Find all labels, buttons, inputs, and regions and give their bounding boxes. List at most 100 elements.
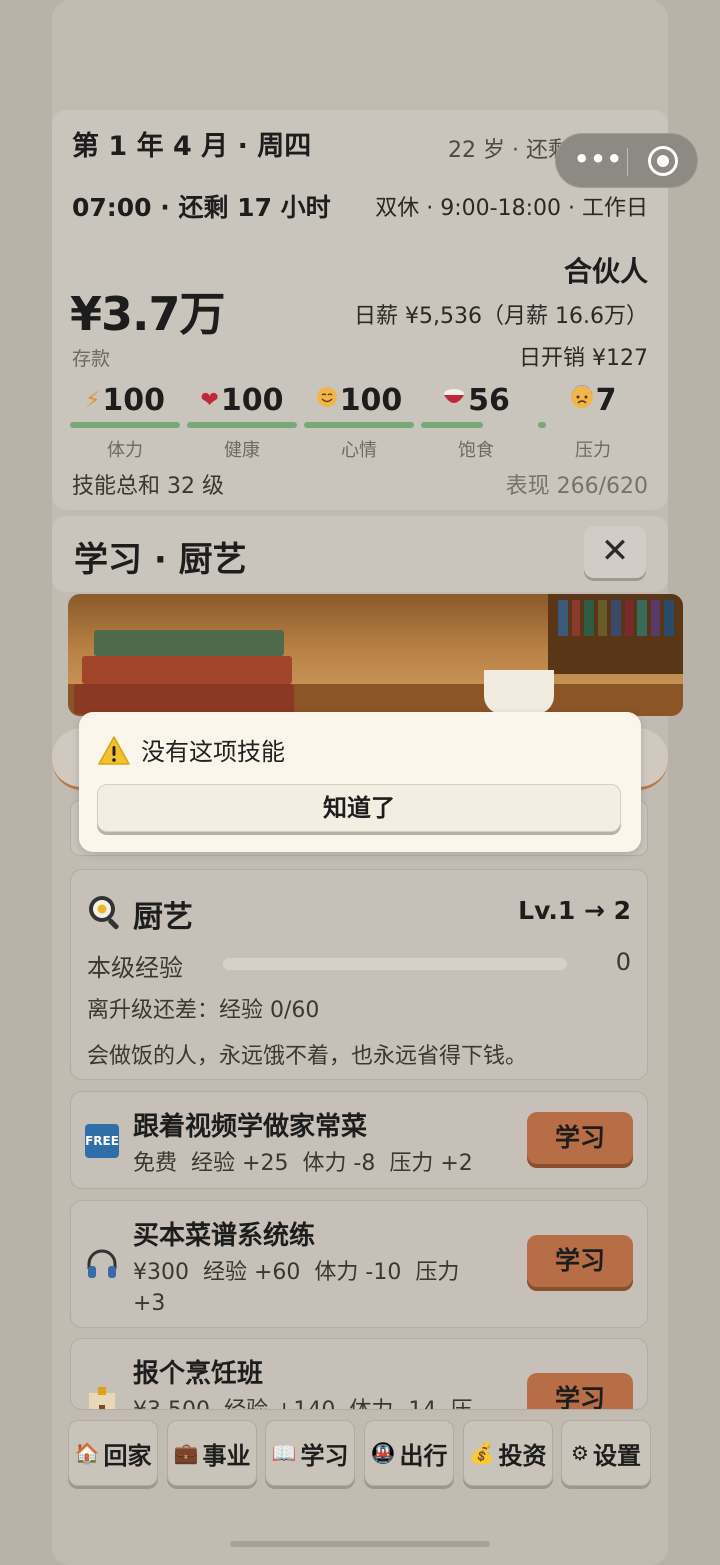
exp-label: 本级经验: [87, 954, 183, 982]
library-banner-image: [68, 594, 683, 716]
book-spine: [598, 600, 607, 636]
close-miniprogram-icon[interactable]: [648, 146, 678, 176]
heart-icon: ❤: [200, 387, 219, 413]
nav-settings[interactable]: ⚙ 设置: [561, 1420, 651, 1486]
close-button[interactable]: ✕: [584, 526, 646, 578]
option-stamina: 体力 -8: [302, 1151, 376, 1176]
rice-bowl-icon: [442, 386, 466, 414]
nav-label: 回家: [103, 1441, 152, 1470]
option-details: ¥300 经验 +60 体力 -10 压力 +3: [133, 1257, 493, 1319]
nav-label: 事业: [202, 1441, 251, 1470]
learn-button[interactable]: 学习: [527, 1373, 633, 1409]
nav-invest[interactable]: 💰 投资: [463, 1420, 553, 1486]
option-cost: ¥3,500: [133, 1398, 210, 1409]
stat-bar: [421, 422, 531, 428]
stat-bar: [538, 422, 648, 428]
dialog-message: 没有这项技能: [141, 738, 285, 766]
book-spine: [558, 600, 568, 636]
option-exp: 经验 +25: [191, 1151, 289, 1176]
skill-level: Lv.1 → 2: [518, 896, 631, 925]
stat-label: 健康: [224, 440, 260, 461]
anxious-face-icon: [570, 385, 594, 415]
work-schedule: 双休 · 9:00-18:00 · 工作日: [375, 196, 648, 221]
stat-bar-fill: [421, 422, 483, 428]
book-stack: [82, 656, 292, 684]
school-icon: [85, 1383, 119, 1409]
game-time: 07:00 · 还剩 17 小时: [72, 193, 331, 222]
option-title: 跟着视频学做家常菜: [133, 1112, 368, 1142]
stat-bar: [70, 422, 180, 428]
option-cost: 免费: [133, 1151, 178, 1176]
stat-satiety: 56 饱食: [421, 380, 531, 466]
stat-value: 100: [339, 382, 403, 418]
stat-value: 56: [468, 382, 510, 418]
book-spine: [584, 600, 594, 636]
stat-bar-fill: [538, 422, 546, 428]
bottom-nav: 🏠 回家 💼 事业 📖 学习 🚇 出行 💰 投资 ⚙ 设置: [52, 1410, 668, 1502]
metro-icon: 🚇: [370, 1441, 396, 1465]
exp-value: 0: [615, 948, 631, 976]
option-stamina: 体力 -14: [349, 1398, 436, 1409]
option-stamina: 体力 -10: [314, 1260, 402, 1285]
miniprogram-capsule: •••: [555, 133, 698, 188]
lightning-icon: ⚡: [84, 387, 101, 413]
option-cost: ¥300: [133, 1260, 189, 1285]
option-title: 买本菜谱系统练: [133, 1221, 316, 1251]
acknowledge-button[interactable]: 知道了: [97, 784, 621, 832]
option-stress: 压力 +2: [389, 1151, 473, 1176]
nav-career[interactable]: 💼 事业: [167, 1420, 257, 1486]
more-icon[interactable]: •••: [574, 145, 623, 173]
stat-bar-fill: [304, 422, 414, 428]
learn-button[interactable]: 学习: [527, 1112, 633, 1164]
stat-bar-fill: [187, 422, 297, 428]
salary-info: 日薪 ¥5,536（月薪 16.6万）: [354, 304, 648, 329]
stat-bar-fill: [70, 422, 180, 428]
nav-label: 投资: [498, 1441, 547, 1470]
option-details: 免费 经验 +25 体力 -8 压力 +2: [133, 1148, 493, 1179]
stat-bar: [304, 422, 414, 428]
gear-icon: ⚙: [571, 1441, 589, 1465]
exp-progress-bar: [223, 958, 567, 970]
book-spine: [651, 600, 660, 636]
job-title: 合伙人: [563, 255, 648, 288]
smile-icon: [316, 386, 338, 414]
study-option: 买本菜谱系统练 ¥300 经验 +60 体力 -10 压力 +3 学习: [70, 1200, 648, 1328]
option-exp: 经验 +140: [224, 1398, 335, 1409]
book-spine: [572, 600, 580, 636]
savings-label: 存款: [72, 348, 111, 370]
option-title: 报个烹饪班: [133, 1359, 264, 1389]
book-stack: [94, 630, 284, 656]
learn-button[interactable]: 学习: [527, 1235, 633, 1287]
stat-mood: 100 心情: [304, 380, 414, 466]
stat-bar: [187, 422, 297, 428]
stats-row: ⚡ 100 体力 ❤ 100 健康 100 心情 56 饱食 7 压力: [70, 380, 650, 466]
nav-label: 设置: [592, 1441, 641, 1470]
option-details: ¥3,500 经验 +140 体力 -14 压: [133, 1395, 493, 1409]
stat-label: 压力: [575, 440, 611, 461]
book-icon: 📖: [271, 1441, 297, 1465]
skill-info-panel: 厨艺 Lv.1 → 2 本级经验 0 离升级还差：经验 0/60 会做饭的人，永…: [70, 869, 648, 1080]
study-option: FREE 跟着视频学做家常菜 免费 经验 +25 体力 -8 压力 +2 学习: [70, 1091, 648, 1189]
headphones-icon: [85, 1247, 119, 1281]
nav-label: 出行: [399, 1441, 448, 1470]
book-spine: [611, 600, 621, 636]
stat-value: 7: [595, 382, 617, 418]
nav-study[interactable]: 📖 学习: [265, 1420, 355, 1486]
savings-amount: ¥3.7万: [70, 287, 225, 341]
warning-icon: [98, 736, 130, 765]
stat-label: 体力: [107, 440, 143, 461]
book-stack: [74, 684, 294, 714]
skill-name: 厨艺: [133, 900, 193, 935]
frying-pan-icon: [89, 896, 119, 930]
nav-label: 学习: [300, 1441, 349, 1470]
stat-stamina: ⚡ 100 体力: [70, 380, 180, 466]
nav-travel[interactable]: 🚇 出行: [364, 1420, 454, 1486]
stat-health: ❤ 100 健康: [187, 380, 297, 466]
stat-value: 100: [220, 382, 284, 418]
option-exp: 经验 +60: [203, 1260, 301, 1285]
page-header: 学习 · 厨艺 ✕: [52, 516, 668, 592]
performance: 表现 266/620: [505, 474, 648, 499]
nav-home[interactable]: 🏠 回家: [68, 1420, 158, 1486]
stat-label: 饱食: [458, 440, 494, 461]
skills-total: 技能总和 32 级: [72, 474, 224, 499]
